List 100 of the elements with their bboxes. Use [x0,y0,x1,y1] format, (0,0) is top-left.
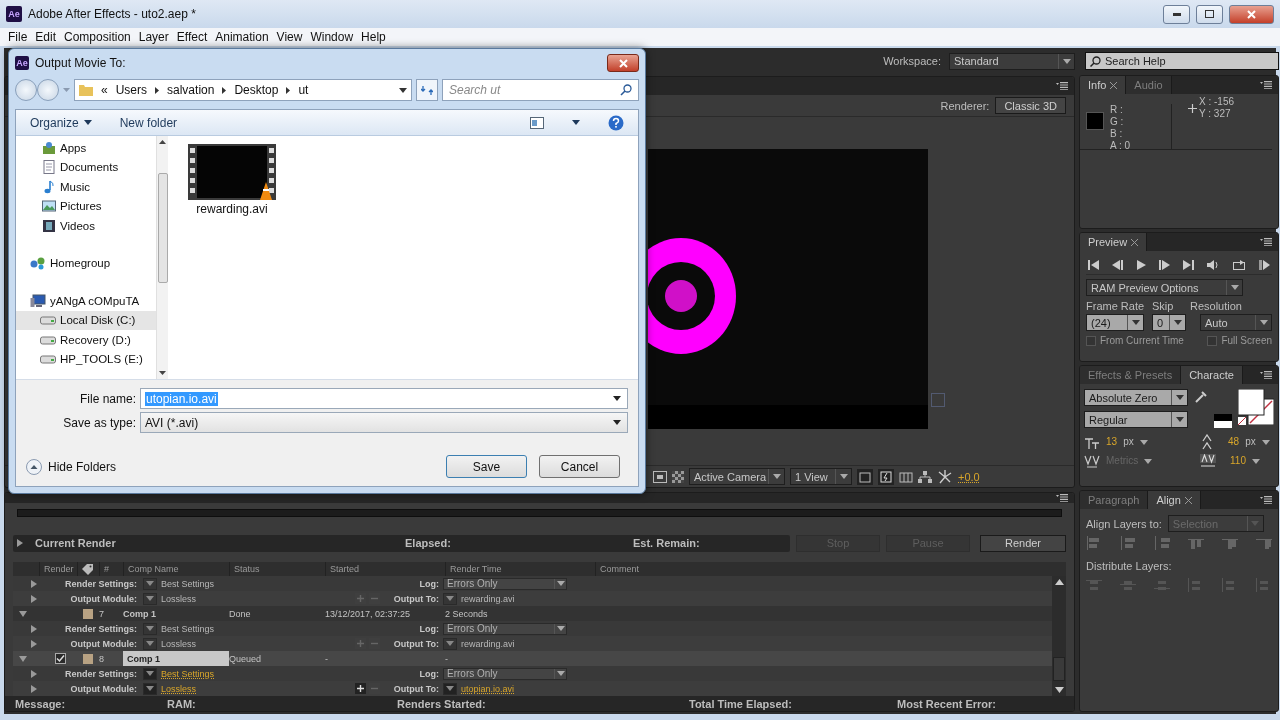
resolution-dropdown[interactable]: Auto [1200,314,1272,331]
panel-menu-icon[interactable] [1056,494,1068,502]
path-segment[interactable]: Desktop [234,83,279,97]
dropdown-button[interactable] [143,622,157,635]
save-button[interactable]: Save [446,455,527,478]
panel-menu-icon[interactable] [1260,371,1272,379]
checkbox[interactable] [1207,335,1218,346]
log-dropdown[interactable]: Errors Only [443,622,567,635]
minimize-button[interactable] [1163,4,1190,24]
file-type-dropdown[interactable]: AVI (*.avi) [140,412,628,433]
collapse-arrow-icon[interactable] [19,610,27,617]
timeline-icon[interactable] [899,470,913,483]
scroll-up-icon[interactable] [1054,579,1064,585]
leading-value[interactable]: 48 [1228,436,1240,448]
dropdown-button[interactable] [143,667,157,680]
output-file-link[interactable]: rewarding.avi [461,593,515,604]
folder-tree-item[interactable]: Music [16,177,156,197]
output-file-link[interactable]: rewarding.avi [461,638,515,649]
forward-button[interactable] [37,79,59,101]
scroll-thumb[interactable] [157,172,168,283]
panel-menu-icon[interactable] [1056,82,1068,90]
dropdown-button[interactable] [143,577,157,590]
font-style-dropdown[interactable]: Regular [1084,411,1188,428]
render-settings-link[interactable]: Best Settings [161,623,355,634]
view-layout-dropdown[interactable]: 1 View [790,468,852,485]
dropdown-button[interactable] [143,637,157,650]
scroll-up-icon[interactable] [159,140,166,144]
folder-tree-item[interactable]: Videos [16,216,156,236]
output-module-link[interactable]: Lossless [161,683,355,694]
folder-tree-item[interactable]: Local Disk (C:) [16,310,156,330]
panel-tab[interactable]: Preview [1080,233,1148,251]
folder-tree-item[interactable]: HP_TOOLS (E:) [16,349,156,369]
expand-arrow-icon[interactable] [31,639,37,648]
dropdown-button[interactable] [443,682,457,695]
path-segment[interactable]: Users [115,83,148,97]
dropdown-button[interactable] [143,592,157,605]
region-icon[interactable] [653,470,667,483]
menu-item[interactable]: Effect [174,30,214,44]
menu-item[interactable]: Help [359,30,392,44]
previous-frame-icon[interactable] [1112,259,1124,270]
comp-name[interactable]: Comp 1 [123,651,229,666]
close-icon[interactable] [1110,81,1118,89]
log-dropdown[interactable]: Errors Only [443,667,567,680]
skip-dropdown[interactable]: 0 [1152,314,1186,331]
scroll-down-icon[interactable] [1054,687,1064,693]
view-options-icon[interactable] [530,116,544,129]
menu-item[interactable]: Composition [62,30,137,44]
fast-preview-icon[interactable] [878,468,894,485]
next-frame-icon[interactable] [1158,259,1170,270]
workspace-dropdown[interactable]: Standard [949,52,1075,70]
menu-item[interactable]: Window [308,30,360,44]
dropdown-button[interactable] [443,637,457,650]
renderer-button[interactable]: Classic 3D [995,97,1066,114]
log-dropdown[interactable]: Errors Only [443,577,567,590]
dropdown-button[interactable] [443,592,457,605]
tracking-value[interactable]: 110 [1230,455,1246,467]
play-icon[interactable] [1136,259,1146,270]
comp-name[interactable]: Comp 1 [123,608,229,619]
frame-rate-dropdown[interactable]: (24) [1086,314,1144,331]
folder-tree-item[interactable]: Homegroup [16,253,156,273]
new-folder-button[interactable]: New folder [119,115,178,130]
camera-dropdown[interactable]: Active Camera [689,468,785,485]
output-module-link[interactable]: Lossless [161,638,355,649]
expand-arrow-icon[interactable] [31,684,37,693]
speaker-icon[interactable] [1207,259,1220,270]
close-button[interactable] [607,54,639,72]
scroll-thumb[interactable] [1053,657,1065,681]
refresh-button[interactable] [416,79,438,101]
back-button[interactable] [15,79,37,101]
menu-item[interactable]: Edit [33,30,63,44]
search-help-field[interactable]: Search Help [1085,52,1279,70]
close-icon[interactable] [1184,496,1192,504]
expand-arrow-icon[interactable] [31,594,37,603]
output-module-link[interactable]: Lossless [161,593,355,604]
expand-arrow-icon[interactable] [31,579,37,588]
render-checkbox[interactable] [55,653,66,664]
folder-tree-item[interactable]: Pictures [16,196,156,216]
panel-menu-icon[interactable] [1260,496,1272,504]
panel-menu-icon[interactable] [1260,238,1272,246]
expand-arrow-icon[interactable] [31,669,37,678]
caret-icon[interactable] [572,120,580,125]
color-swatch-drawing[interactable] [1238,389,1274,425]
render-settings-link[interactable]: Best Settings [161,668,355,679]
collapse-arrow-icon[interactable] [19,655,27,662]
help-icon[interactable] [608,114,624,131]
folder-tree-item[interactable]: Documents [16,157,156,177]
render-button[interactable]: Render [980,534,1066,552]
panel-menu-icon[interactable] [1260,81,1272,89]
panel-tab[interactable]: Align [1148,491,1201,509]
render-settings-link[interactable]: Best Settings [161,578,355,589]
output-file-link[interactable]: utopian.io.avi [461,683,515,694]
maximize-button[interactable] [1196,4,1223,24]
panel-tab[interactable]: Info [1080,76,1127,94]
exposure-value[interactable]: +0.0 [958,470,980,483]
exposure-icon[interactable] [937,469,953,484]
expand-arrow-icon[interactable] [17,539,23,547]
checkerboard-icon[interactable] [672,470,684,483]
eyedropper-icon[interactable] [1194,389,1208,403]
menu-item[interactable]: Layer [136,30,175,44]
ram-preview-dropdown[interactable]: RAM Preview Options [1086,279,1243,296]
